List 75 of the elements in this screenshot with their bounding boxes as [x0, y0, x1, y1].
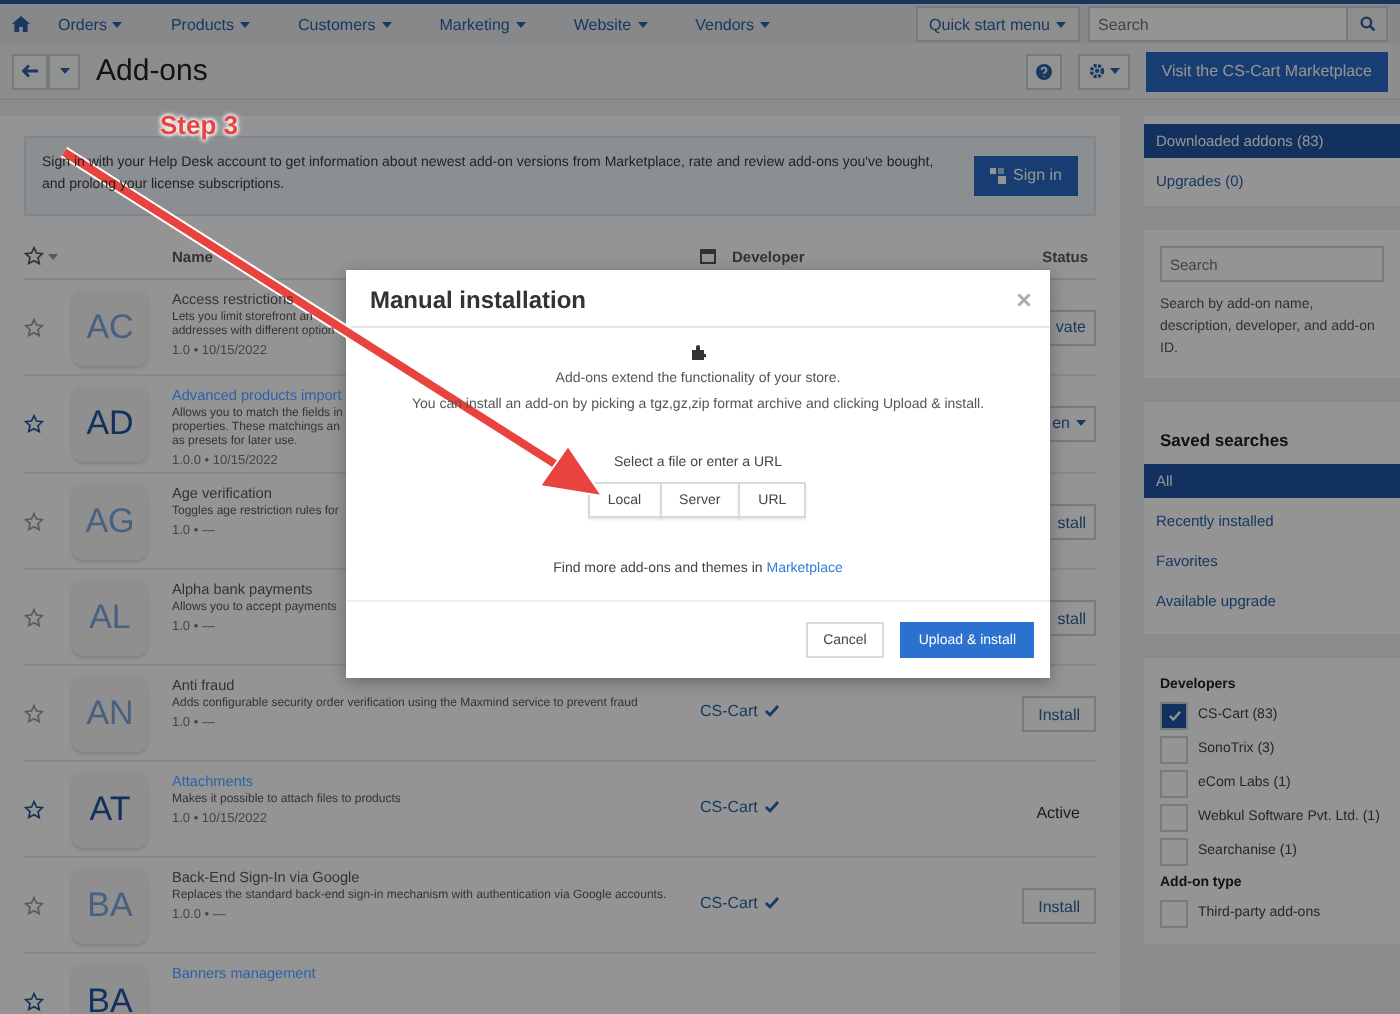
help-icon — [1035, 63, 1052, 79]
star-icon[interactable] — [24, 512, 44, 533]
filter-checkbox[interactable] — [1160, 769, 1188, 798]
puzzle-icon — [690, 344, 706, 360]
install-button[interactable]: Install — [1022, 888, 1096, 925]
caret-icon — [59, 68, 69, 74]
caret-icon — [48, 253, 58, 260]
addon-avatar: BA — [72, 868, 148, 945]
search-field[interactable]: Search — [1088, 6, 1348, 42]
addon-avatar: BA — [72, 964, 148, 1014]
nav-menu-item[interactable]: Orders — [38, 15, 143, 33]
checkmark-icon — [763, 704, 780, 719]
settings-icon — [1087, 62, 1106, 80]
back-arrow-icon — [22, 64, 38, 78]
status-label: Active — [1036, 804, 1082, 823]
addon-avatar: AG — [72, 484, 148, 561]
caret-icon — [1056, 21, 1066, 27]
nav-menu-item[interactable]: Customers — [278, 15, 412, 33]
caret-icon — [759, 21, 770, 27]
checkmark-icon — [763, 896, 780, 911]
close-button[interactable] — [1018, 289, 1030, 311]
saved-searches-title: Saved searches — [1160, 429, 1291, 450]
search-icon — [1359, 16, 1375, 32]
filter-checkbox[interactable] — [1160, 837, 1188, 866]
nav-menu-item[interactable]: Marketing — [419, 15, 546, 33]
addon-avatar: AC — [72, 289, 148, 366]
caret-icon — [381, 21, 392, 27]
step-label: Step 3 — [160, 110, 239, 140]
star-icon[interactable] — [24, 413, 44, 434]
nav-menu-item[interactable]: Vendors — [675, 15, 790, 33]
checkmark-icon — [1167, 709, 1181, 722]
install-button[interactable]: Install — [1022, 696, 1096, 733]
caret-icon — [112, 21, 123, 27]
marketplace-button[interactable]: Visit the CS-Cart Marketplace — [1145, 51, 1388, 91]
star-icon[interactable] — [24, 246, 44, 267]
history-dropdown-button[interactable] — [48, 53, 80, 89]
filter-checkbox[interactable] — [1160, 803, 1188, 832]
caret-icon — [637, 21, 648, 27]
close-icon — [1018, 293, 1030, 305]
caret-icon — [515, 21, 526, 27]
quick-start-menu-button[interactable]: Quick start menu — [915, 6, 1080, 42]
nav-menu-item[interactable]: Products — [150, 15, 271, 33]
star-icon[interactable] — [24, 608, 44, 629]
nav-menu-item[interactable]: Website — [553, 15, 668, 33]
calendar-icon — [700, 248, 716, 265]
grid-icon — [989, 167, 1006, 184]
developer-link[interactable]: CS-Cart — [700, 702, 758, 721]
addon-avatar: AN — [72, 676, 148, 753]
caret-icon — [240, 21, 251, 27]
dialog-title: Manual installation — [370, 286, 587, 314]
page-title: Add-ons — [96, 54, 208, 88]
checkmark-icon — [763, 800, 780, 815]
install-button[interactable]: stall — [1047, 504, 1096, 541]
settings-dropdown-button[interactable] — [1077, 53, 1130, 89]
install-button[interactable]: stall — [1047, 600, 1096, 637]
filter-checkbox[interactable] — [1160, 899, 1188, 928]
help-button[interactable] — [1025, 53, 1062, 89]
star-icon[interactable] — [24, 992, 44, 1013]
back-button[interactable] — [12, 53, 48, 89]
addon-avatar: AT — [72, 772, 148, 849]
search-button[interactable] — [1348, 6, 1388, 42]
sign-in-button[interactable]: Sign in — [973, 155, 1078, 196]
addon-avatar: AL — [72, 580, 148, 657]
addon-avatar: AD — [72, 385, 148, 462]
filter-checkbox[interactable] — [1160, 735, 1188, 764]
star-icon[interactable] — [24, 704, 44, 725]
star-icon[interactable] — [24, 896, 44, 917]
developer-link[interactable]: CS-Cart — [700, 798, 758, 817]
caret-icon — [1109, 68, 1120, 74]
developer-link[interactable]: CS-Cart — [700, 894, 758, 913]
star-icon[interactable] — [24, 317, 44, 338]
home-icon[interactable] — [12, 16, 30, 32]
star-icon[interactable] — [24, 800, 44, 821]
filter-checkbox[interactable] — [1160, 701, 1188, 730]
caret-icon — [1076, 420, 1086, 427]
